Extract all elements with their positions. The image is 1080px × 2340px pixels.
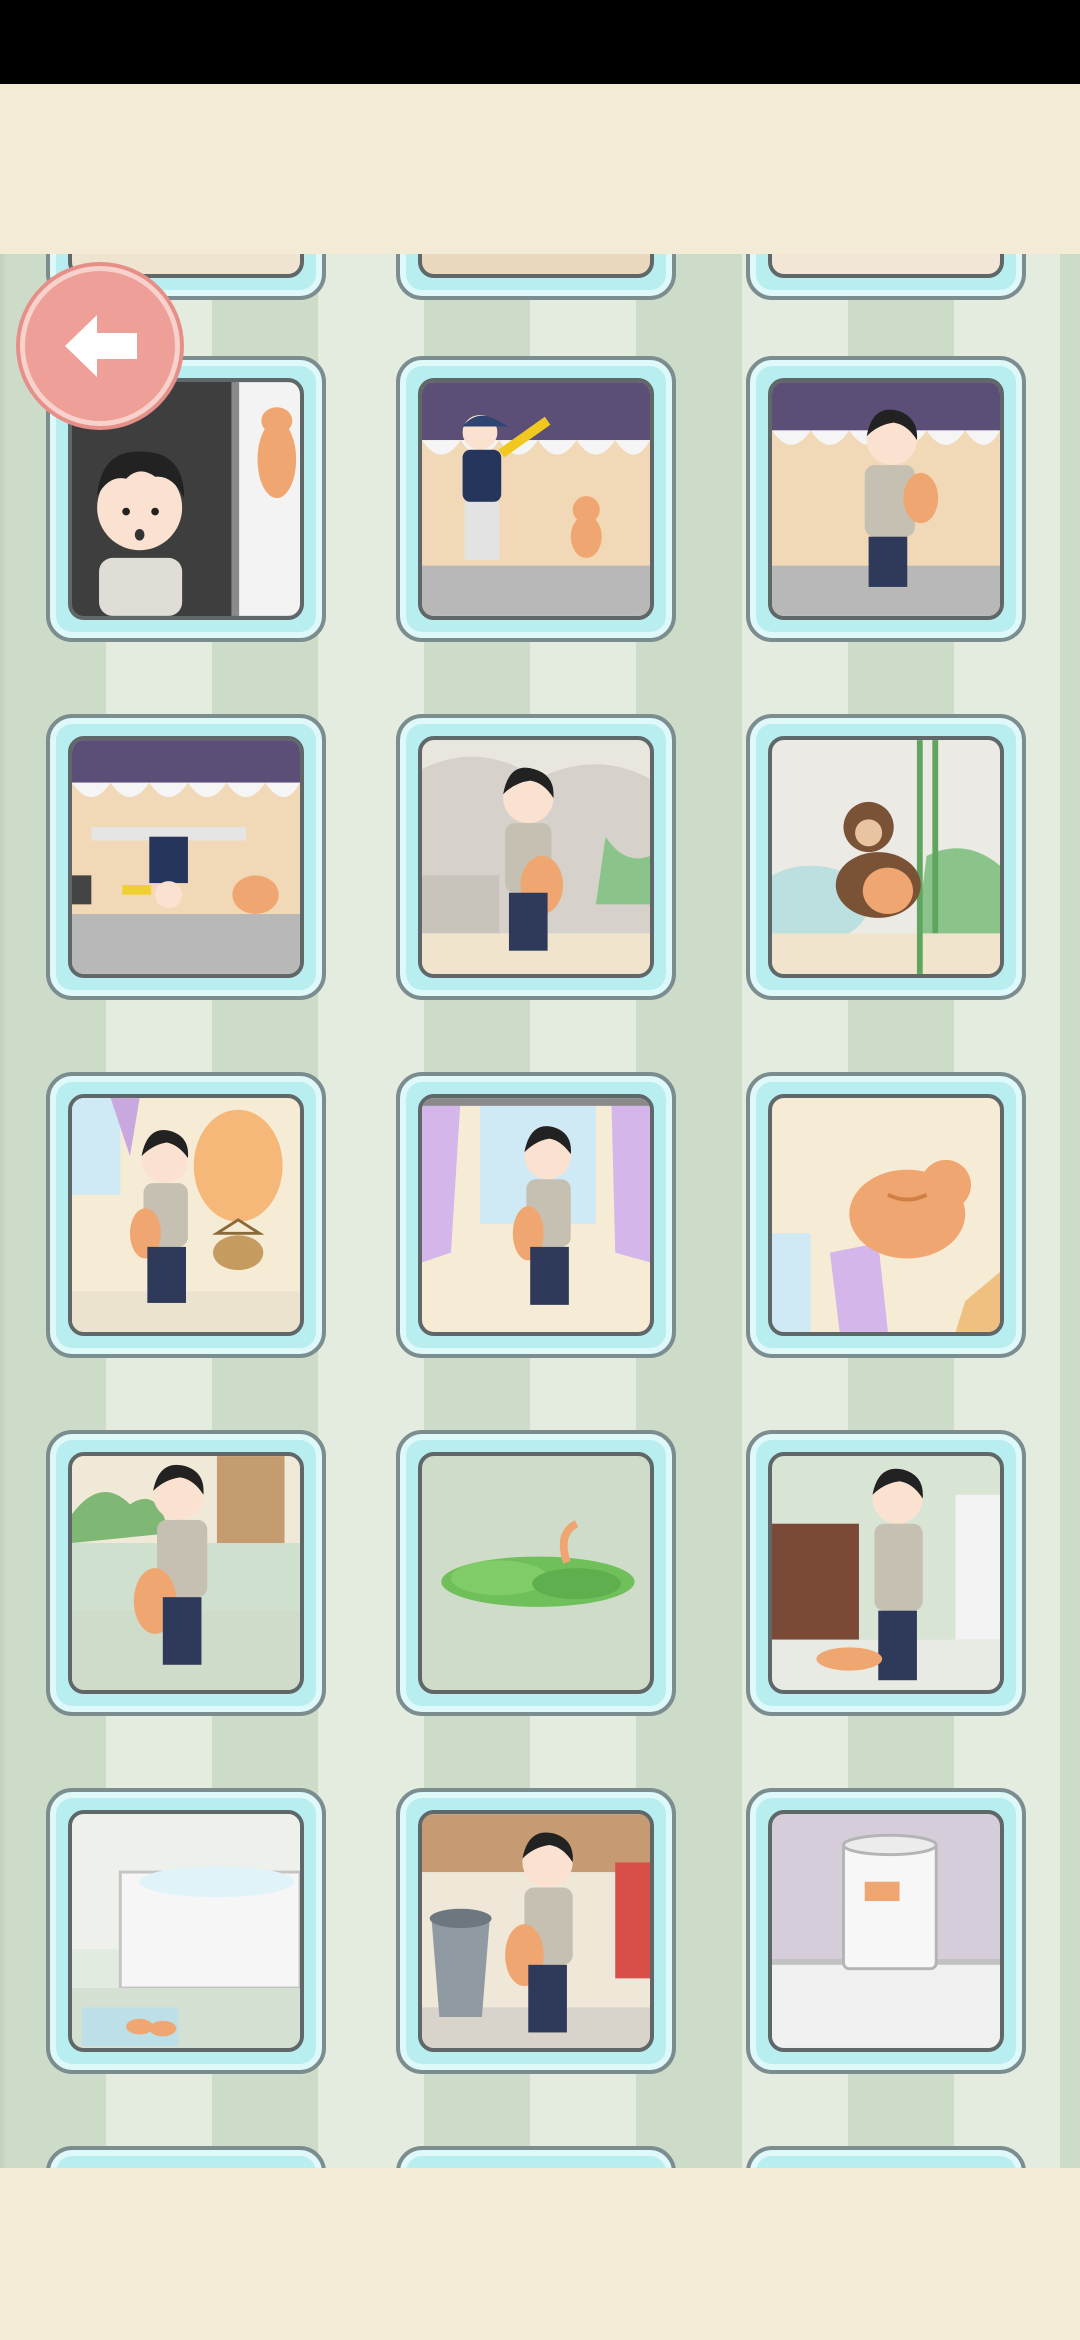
- level-card-12[interactable]: [746, 1430, 1026, 1716]
- level-card-2[interactable]: [396, 356, 676, 642]
- level-card-partial[interactable]: [746, 254, 1026, 300]
- level-gallery[interactable]: [0, 254, 1080, 2168]
- level-card-13[interactable]: [46, 1788, 326, 2074]
- level-card-3[interactable]: [746, 356, 1026, 642]
- level-card-partial[interactable]: [396, 2146, 676, 2168]
- level-card-6[interactable]: [746, 714, 1026, 1000]
- level-thumbnail: [418, 1810, 654, 2052]
- level-thumbnail: [768, 736, 1004, 978]
- left-arrow-icon: [65, 315, 137, 377]
- level-card-10[interactable]: [46, 1430, 326, 1716]
- level-thumbnail: [768, 1094, 1004, 1336]
- level-thumbnail: [768, 378, 1004, 620]
- level-thumbnail: [418, 1452, 654, 1694]
- level-thumbnail: [68, 736, 304, 978]
- level-card-15[interactable]: [746, 1788, 1026, 2074]
- level-thumbnail: [68, 1452, 304, 1694]
- status-bar: [0, 0, 1080, 84]
- level-thumbnail: [68, 1094, 304, 1336]
- level-card-9[interactable]: [746, 1072, 1026, 1358]
- level-thumbnail: [768, 1452, 1004, 1694]
- level-thumbnail: [768, 1810, 1004, 2052]
- top-header-area: [0, 84, 1080, 254]
- level-thumbnail: [418, 378, 654, 620]
- level-card-8[interactable]: [396, 1072, 676, 1358]
- level-thumbnail: [68, 1810, 304, 2052]
- level-card-11[interactable]: [396, 1430, 676, 1716]
- level-card-7[interactable]: [46, 1072, 326, 1358]
- level-card-4[interactable]: [46, 714, 326, 1000]
- back-button[interactable]: [20, 266, 180, 426]
- level-card-partial[interactable]: [46, 2146, 326, 2168]
- level-card-partial[interactable]: [396, 254, 676, 300]
- level-thumbnail: [418, 1094, 654, 1336]
- level-card-partial[interactable]: [746, 2146, 1026, 2168]
- bottom-footer-area: [0, 2168, 1080, 2340]
- level-card-14[interactable]: [396, 1788, 676, 2074]
- level-thumbnail: [418, 736, 654, 978]
- level-card-5[interactable]: [396, 714, 676, 1000]
